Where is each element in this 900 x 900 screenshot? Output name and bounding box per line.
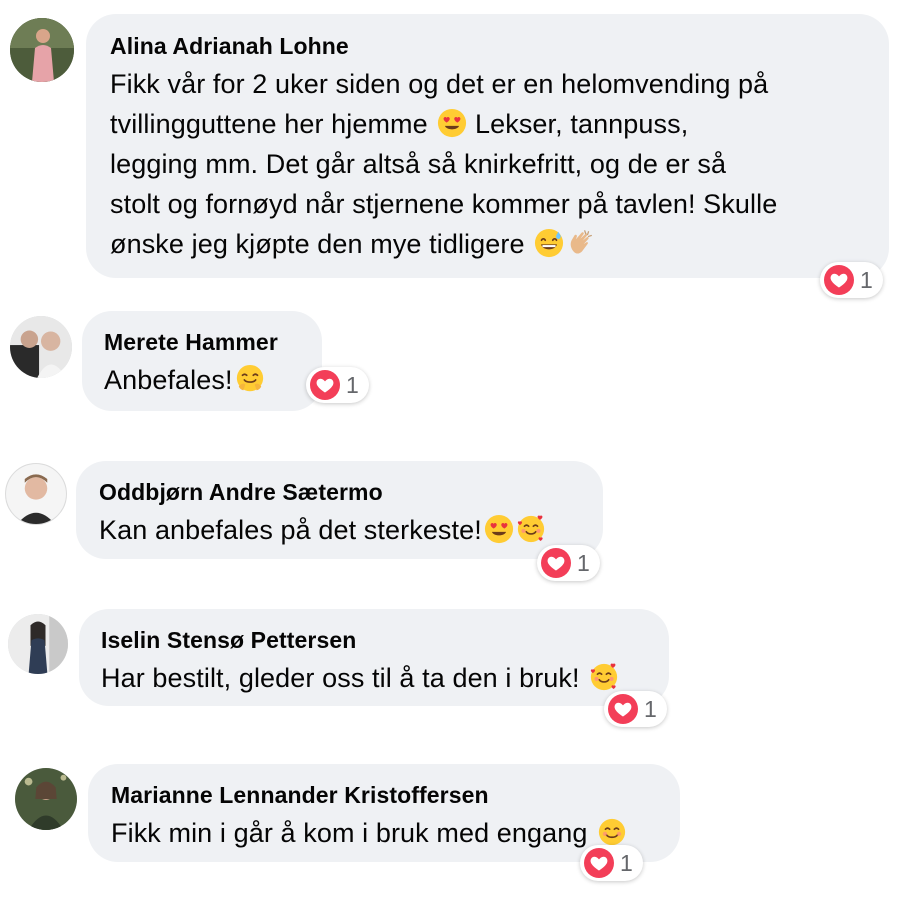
comment-author[interactable]: Merete Hammer (104, 328, 302, 356)
comment-text-segment: ønske jeg kjøpte den mye tidligere (110, 229, 525, 259)
love-reaction-icon (608, 694, 638, 724)
reaction-badge[interactable]: 1 (306, 367, 369, 403)
heart-eyes-emoji (437, 108, 467, 138)
comment-text-segment: Anbefales! (104, 365, 233, 395)
avatar[interactable] (8, 614, 68, 674)
clapping-hands-emoji (566, 228, 596, 258)
comment-author[interactable]: Marianne Lennander Kristoffersen (111, 781, 660, 809)
comment-author[interactable]: Alina Adrianah Lohne (110, 32, 863, 60)
comment-text-segment: tvillingguttene her hjemme (110, 109, 428, 139)
avatar[interactable] (5, 463, 67, 525)
love-reaction-icon (541, 548, 571, 578)
smiling-face-with-hearts-emoji (589, 662, 619, 692)
avatar[interactable] (15, 768, 77, 830)
reaction-badge[interactable]: 1 (604, 691, 667, 727)
profile-photo-icon (10, 18, 74, 82)
comment-bubble: Iselin Stensø Pettersen Har bestilt, gle… (79, 609, 669, 706)
profile-photo-icon (10, 316, 72, 378)
smiling-face-emoji (597, 817, 627, 847)
love-reaction-icon (310, 370, 340, 400)
heart-eyes-emoji (484, 514, 514, 544)
comment-text-line: Fikk vår for 2 uker siden og det er en h… (110, 69, 769, 99)
comment-author[interactable]: Iselin Stensø Pettersen (101, 626, 649, 654)
comment-text-segment: Fikk min i går å kom i bruk med engang (111, 818, 588, 848)
reaction-badge[interactable]: 1 (580, 845, 643, 881)
reaction-count: 1 (577, 549, 590, 576)
profile-photo-icon (6, 464, 66, 524)
love-reaction-icon (824, 265, 854, 295)
comment-author[interactable]: Oddbjørn Andre Sætermo (99, 478, 583, 506)
comment-text-segment: Kan anbefales på det sterkeste! (99, 515, 482, 545)
comment-text-line: ønske jeg kjøpte den mye tidligere (110, 224, 863, 264)
avatar[interactable] (10, 316, 72, 378)
reaction-count: 1 (346, 371, 359, 398)
avatar[interactable] (10, 18, 74, 82)
comment-text-line: legging mm. Det går altså så knirkefritt… (110, 149, 727, 179)
comment-text-segment: Har bestilt, gleder oss til å ta den i b… (101, 663, 580, 693)
comment-bubble: Alina Adrianah Lohne Fikk vår for 2 uker… (86, 14, 889, 278)
profile-photo-icon (8, 614, 68, 674)
comment-text-line: stolt og fornøyd når stjernene kommer på… (110, 189, 778, 219)
comment-text: Kan anbefales på det sterkeste! (99, 510, 583, 550)
grinning-sweat-emoji (534, 228, 564, 258)
comment-bubble: Merete Hammer Anbefales! (82, 311, 322, 411)
comment-bubble: Oddbjørn Andre Sætermo Kan anbefales på … (76, 461, 603, 559)
profile-photo-icon (15, 768, 77, 830)
reaction-count: 1 (620, 849, 633, 876)
hugging-face-emoji (235, 364, 265, 394)
comment-text-segment: Lekser, tannpuss, (475, 109, 689, 139)
comment-text: Fikk min i går å kom i bruk med engang (111, 813, 660, 853)
comment-text: Fikk vår for 2 uker siden og det er en h… (110, 64, 863, 264)
comment-text-line: tvillingguttene her hjemme Lekser, tannp… (110, 104, 863, 144)
comment-text: Anbefales! (104, 360, 302, 400)
smiling-face-with-hearts-emoji (516, 514, 546, 544)
reaction-badge[interactable]: 1 (537, 545, 600, 581)
love-reaction-icon (584, 848, 614, 878)
reaction-count: 1 (644, 695, 657, 722)
reaction-count: 1 (860, 266, 873, 293)
comment-text: Har bestilt, gleder oss til å ta den i b… (101, 658, 649, 698)
reaction-badge[interactable]: 1 (820, 262, 883, 298)
